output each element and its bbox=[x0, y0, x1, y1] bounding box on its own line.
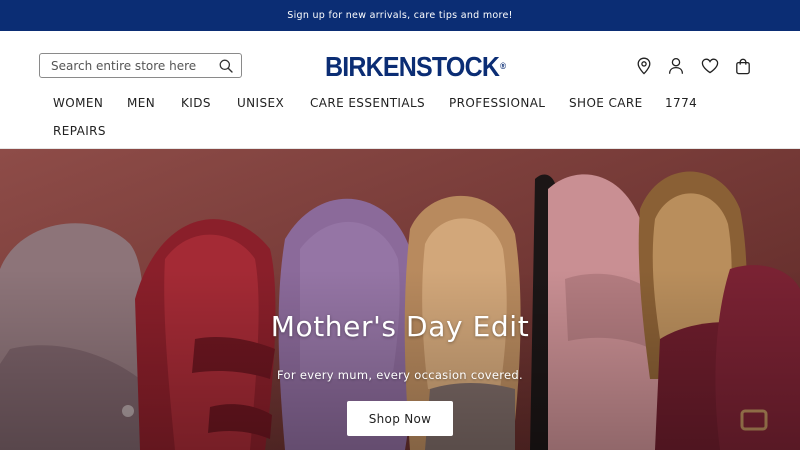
account-icon bbox=[668, 57, 684, 74]
brand-logo-registered-mark: ® bbox=[500, 61, 506, 72]
search-input[interactable] bbox=[51, 55, 216, 76]
nav-item-unisex[interactable]: UNISEX bbox=[237, 96, 284, 110]
shopping-bag-icon bbox=[736, 58, 750, 74]
brand-logo[interactable]: BIRKENSTOCK® bbox=[325, 50, 506, 84]
promo-bar[interactable]: Sign up for new arrivals, care tips and … bbox=[0, 0, 800, 31]
nav-item-men[interactable]: MEN bbox=[127, 96, 155, 110]
search-icon[interactable] bbox=[219, 59, 233, 73]
hero-subtitle: For every mum, every occasion covered. bbox=[277, 368, 523, 382]
site-header: BIRKENSTOCK® WOMEN MEN KIDS UNISEX CARE … bbox=[0, 31, 800, 149]
nav-item-care-essentials[interactable]: CARE ESSENTIALS bbox=[310, 96, 425, 110]
nav-item-1774[interactable]: 1774 bbox=[665, 96, 697, 110]
nav-item-repairs[interactable]: REPAIRS bbox=[53, 124, 106, 138]
shop-now-button[interactable]: Shop Now bbox=[347, 401, 453, 436]
store-locator-button[interactable] bbox=[634, 56, 654, 76]
location-pin-icon bbox=[637, 57, 651, 75]
hero-banner[interactable]: Mother's Day Edit For every mum, every o… bbox=[0, 149, 800, 450]
nav-item-kids[interactable]: KIDS bbox=[181, 96, 211, 110]
hero-title: Mother's Day Edit bbox=[270, 310, 530, 343]
wishlist-button[interactable] bbox=[700, 56, 720, 76]
wishlist-heart-icon bbox=[701, 58, 719, 74]
nav-item-professional[interactable]: PROFESSIONAL bbox=[449, 96, 545, 110]
brand-logo-text: BIRKENSTOCK bbox=[325, 51, 500, 83]
account-button[interactable] bbox=[666, 56, 686, 76]
nav-item-shoe-care[interactable]: SHOE CARE bbox=[569, 96, 643, 110]
promo-bar-text[interactable]: Sign up for new arrivals, care tips and … bbox=[287, 10, 513, 21]
search-box[interactable] bbox=[39, 53, 242, 78]
cart-button[interactable] bbox=[733, 56, 753, 76]
nav-item-women[interactable]: WOMEN bbox=[53, 96, 103, 110]
